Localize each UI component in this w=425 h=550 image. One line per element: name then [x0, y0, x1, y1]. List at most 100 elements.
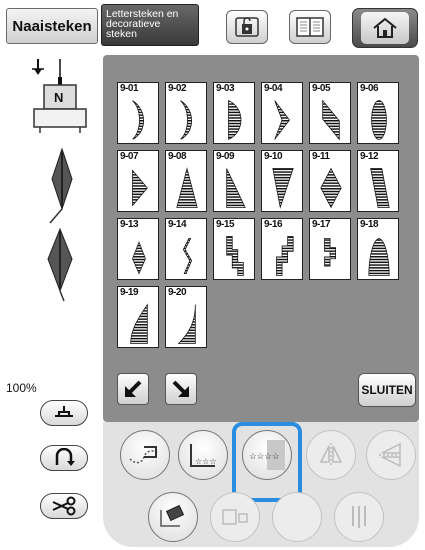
stitch-pattern-icon: [322, 99, 340, 141]
presser-foot-letter: N: [54, 90, 63, 105]
tab-utility-label: Naaisteken: [12, 17, 92, 35]
stitch-pattern-icon: [368, 238, 390, 276]
stitch-pattern-icon: [130, 303, 148, 344]
stitch-code: 9-15: [216, 219, 235, 230]
stitch-pattern-icon: [176, 167, 198, 208]
stitch-code: 9-03: [216, 83, 235, 94]
stitch-pattern-icon: [371, 100, 387, 140]
stitch-pattern-icon: [226, 236, 244, 276]
threading-icon: [129, 446, 159, 464]
home-icon: [373, 17, 397, 38]
blank-button: [272, 492, 322, 542]
stitch-cell-9-04[interactable]: 9-04: [261, 82, 303, 144]
stitch-pattern-icon: [276, 236, 294, 276]
scroll-down-button[interactable]: [165, 373, 197, 405]
stitch-pattern-icon: [132, 100, 144, 140]
stitch-cell-9-01[interactable]: 9-01: [117, 82, 159, 144]
eraser-button[interactable]: [148, 492, 198, 542]
stitch-pattern-icon: [274, 100, 290, 140]
stitch-density-button[interactable]: ☆☆☆: [178, 430, 228, 480]
tab-utility-stitches[interactable]: Naaisteken: [6, 8, 98, 44]
stitch-cell-9-03[interactable]: 9-03: [213, 82, 255, 144]
presser-foot-icon: N: [32, 59, 87, 133]
stitch-pattern-icon: [132, 169, 148, 207]
size-button: [210, 492, 260, 542]
stitch-code: 9-18: [360, 219, 379, 230]
stitch-code: 9-19: [120, 287, 139, 298]
presser-foot-button[interactable]: [40, 400, 88, 426]
stitch-code: 9-11: [312, 151, 330, 162]
mirror-horizontal-icon: [379, 442, 403, 468]
stitch-code: 9-02: [168, 83, 187, 94]
twin-needle-icon: [352, 506, 366, 528]
lock-button[interactable]: [226, 10, 268, 44]
stitch-pattern-icon: [272, 168, 294, 209]
stitch-cell-9-18[interactable]: 9-18: [357, 218, 399, 280]
stitch-pattern-icon: [180, 100, 192, 140]
stitch-code: 9-12: [360, 151, 379, 162]
tab-character-decorative[interactable]: Lettersteken en decoratieve steken: [101, 4, 199, 46]
stitch-cell-9-06[interactable]: 9-06: [357, 82, 399, 144]
stitch-code: 9-14: [168, 219, 187, 230]
home-button[interactable]: [352, 8, 418, 48]
stitch-cell-9-15[interactable]: 9-15: [213, 218, 255, 280]
stitch-cell-9-13[interactable]: 9-13: [117, 218, 159, 280]
stitch-code: 9-17: [312, 219, 331, 230]
zoom-level: 100%: [6, 381, 37, 395]
manual-button[interactable]: [289, 10, 331, 44]
stitch-cell-9-02[interactable]: 9-02: [165, 82, 207, 144]
size-icon: [222, 509, 248, 525]
stitch-pattern-icon: [182, 238, 193, 274]
thread-tension-button[interactable]: [120, 430, 170, 480]
stitch-code: 9-09: [216, 151, 235, 162]
stitch-cell-9-11[interactable]: 9-11: [309, 150, 351, 212]
stitch-cell-9-05[interactable]: 9-05: [309, 82, 351, 144]
stitch-code: 9-08: [168, 151, 187, 162]
density-stars: ☆☆☆: [195, 457, 217, 466]
book-icon: [296, 17, 324, 37]
mirror-vertical-button: [306, 430, 356, 480]
twin-needle-button: [334, 492, 384, 542]
stitch-cell-9-19[interactable]: 9-19: [117, 286, 159, 348]
stitch-code: 9-20: [168, 287, 187, 298]
reverse-stitch-button[interactable]: [40, 445, 88, 471]
eraser-icon: [160, 504, 185, 527]
tab-character-line-3: steken: [106, 28, 137, 40]
stitch-code: 9-13: [120, 219, 139, 230]
stitch-cell-9-07[interactable]: 9-07: [117, 150, 159, 212]
stitch-pattern-icon: [370, 168, 390, 208]
stitch-cell-9-08[interactable]: 9-08: [165, 150, 207, 212]
stitch-pattern-icon: [228, 99, 242, 141]
stitch-cell-9-12[interactable]: 9-12: [357, 150, 399, 212]
arrow-down-right-icon: [172, 380, 189, 397]
mirror-horizontal-button: [366, 430, 416, 480]
thread-cutter-button[interactable]: [40, 493, 88, 519]
stitch-pattern-icon: [226, 168, 246, 208]
stitch-pattern-icon: [177, 304, 196, 344]
stitch-code: 9-01: [120, 83, 139, 94]
home-button-face: [361, 12, 409, 44]
stitch-code: 9-16: [264, 219, 283, 230]
stitch-cell-9-09[interactable]: 9-09: [213, 150, 255, 212]
rating-button-highlight: [232, 422, 302, 502]
stitch-preview-panel: N: [6, 57, 98, 377]
close-button[interactable]: SLUITEN: [358, 373, 416, 407]
stitch-cell-9-16[interactable]: 9-16: [261, 218, 303, 280]
stitch-code: 9-05: [312, 83, 331, 94]
stitch-code: 9-04: [264, 83, 283, 94]
arrow-up-left-icon: [125, 380, 142, 397]
scroll-up-button[interactable]: [117, 373, 149, 405]
stitch-code: 9-07: [120, 151, 139, 162]
stitch-pattern-icon: [324, 238, 336, 267]
stitch-pattern-icon: [132, 241, 146, 275]
stitch-cell-9-10[interactable]: 9-10: [261, 150, 303, 212]
unlock-icon: [235, 17, 259, 37]
stitch-preview-pattern: [47, 147, 73, 302]
stitch-cell-9-17[interactable]: 9-17: [309, 218, 351, 280]
presser-foot-lift-icon: [55, 406, 73, 417]
stitch-cell-9-20[interactable]: 9-20: [165, 286, 207, 348]
stitch-code: 9-06: [360, 83, 379, 94]
stitch-pattern-icon: [320, 167, 342, 209]
needle-stars-icon: ☆☆☆: [190, 444, 217, 467]
stitch-cell-9-14[interactable]: 9-14: [165, 218, 207, 280]
